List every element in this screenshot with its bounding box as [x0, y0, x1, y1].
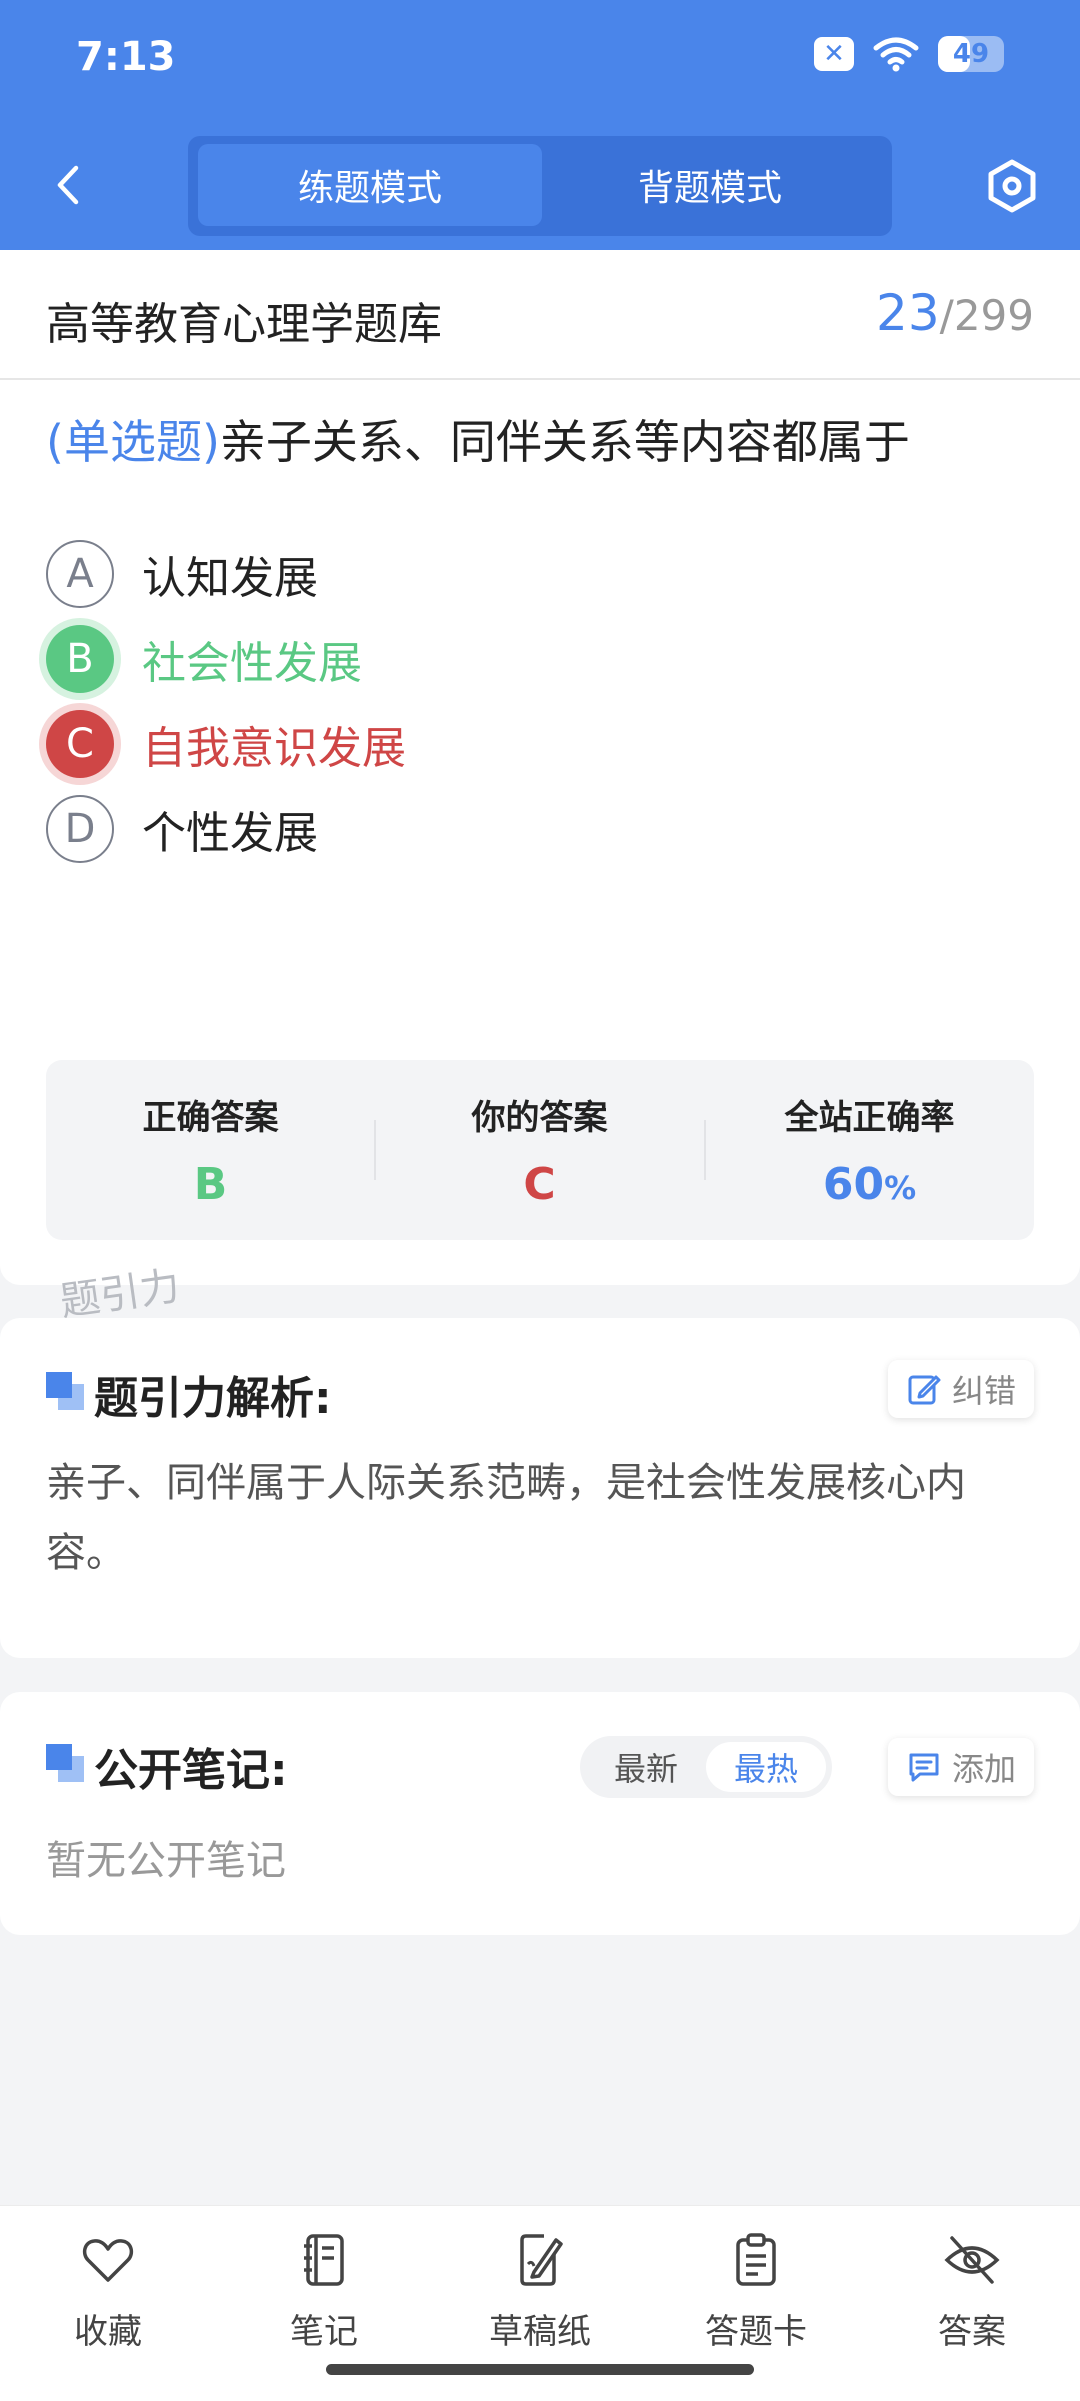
question-card: 高等教育心理学题库 23/299 (单选题)亲子关系、同伴关系等内容都属于 A …	[0, 250, 1080, 1285]
settings-icon[interactable]	[982, 156, 1042, 216]
your-answer-value: C	[523, 1159, 556, 1210]
edit-icon	[908, 1375, 941, 1405]
question-type: (单选题)	[46, 415, 220, 469]
question-stem: 亲子关系、同伴关系等内容都属于	[219, 415, 910, 469]
analysis-text: 亲子、同伴属于人际关系范畴，是社会性发展核心内容。	[46, 1460, 966, 1576]
report-error-button[interactable]: 纠错	[887, 1360, 1034, 1418]
option-letter: B	[46, 625, 114, 693]
wifi-icon	[873, 37, 919, 72]
correct-answer-col: 正确答案 B	[46, 1060, 375, 1240]
analysis-card: 题引力解析: 纠错 亲子、同伴属于人际关系范畴，是社会性发展核心内容。	[0, 1318, 1080, 1658]
option-letter: A	[46, 540, 114, 608]
your-answer-label: 你的答案	[471, 1098, 608, 1138]
option-d[interactable]: D 个性发展	[46, 795, 318, 863]
correct-answer-value: B	[193, 1159, 228, 1210]
sort-newest[interactable]: 最新	[586, 1742, 706, 1792]
progress-separator: /	[939, 291, 954, 340]
tab-answer[interactable]: 答案	[864, 2230, 1080, 2353]
option-letter: C	[46, 710, 114, 778]
section-square-icon	[46, 1744, 86, 1784]
tab-memorize-mode[interactable]: 背题模式	[538, 144, 882, 226]
add-note-label: 添加	[951, 1750, 1016, 1788]
accuracy-number: 60	[822, 1159, 885, 1210]
public-notes-card: 公开笔记: 最新 最热 添加 暂无公开笔记	[0, 1692, 1080, 1935]
accuracy-value: 60%	[705, 1159, 1034, 1210]
option-b[interactable]: B 社会性发展	[46, 625, 362, 693]
option-label: 自我意识发展	[142, 723, 406, 774]
question-text: (单选题)亲子关系、同伴关系等内容都属于	[46, 406, 910, 472]
correct-answer-label: 正确答案	[142, 1098, 279, 1138]
tab-answer-sheet[interactable]: 答题卡	[648, 2230, 864, 2353]
section-square-icon	[46, 1372, 86, 1412]
tab-label: 草稿纸	[489, 2312, 591, 2352]
heart-icon	[82, 2239, 134, 2282]
option-c[interactable]: C 自我意识发展	[46, 710, 406, 778]
option-a[interactable]: A 认知发展	[46, 540, 318, 608]
answer-summary: 正确答案 B 你的答案 C 全站正确率 60%	[46, 1060, 1034, 1240]
clipboard-icon	[736, 2233, 776, 2286]
option-label: 个性发展	[142, 808, 318, 859]
tab-label: 笔记	[290, 2312, 358, 2352]
add-note-button[interactable]: 添加	[887, 1738, 1034, 1796]
option-letter: D	[46, 795, 114, 863]
accuracy-col: 全站正确率 60%	[705, 1060, 1034, 1240]
tab-favorite[interactable]: 收藏	[0, 2230, 216, 2353]
accuracy-unit: %	[884, 1169, 917, 1207]
notes-title: 公开笔记:	[94, 1745, 288, 1796]
status-bar: 7:13 ✕ 49	[0, 0, 1080, 120]
question-progress: 23/299	[876, 284, 1034, 342]
empty-notes-text: 暂无公开笔记	[46, 1838, 286, 1884]
comment-icon	[909, 1753, 939, 1782]
eye-off-icon	[944, 2236, 1000, 2284]
header-divider	[0, 378, 1080, 380]
status-time: 7:13	[76, 34, 176, 80]
notes-sort-toggle: 最新 最热	[580, 1736, 832, 1798]
battery-level: 49	[952, 39, 990, 69]
question-bank-title: 高等教育心理学题库	[46, 299, 442, 350]
notebook-icon	[304, 2234, 344, 2286]
tab-draft[interactable]: 草稿纸	[432, 2230, 648, 2353]
notification-x-icon: ✕	[814, 37, 854, 71]
analysis-title: 题引力解析:	[94, 1373, 332, 1424]
option-label: 社会性发展	[142, 638, 362, 689]
back-icon[interactable]	[44, 160, 94, 210]
mode-switch: 练题模式 背题模式	[188, 136, 892, 236]
draft-icon	[520, 2234, 563, 2286]
progress-current: 23	[876, 284, 940, 342]
sort-hottest[interactable]: 最热	[706, 1742, 826, 1792]
home-indicator[interactable]	[326, 2364, 754, 2375]
progress-total: 299	[953, 291, 1034, 340]
report-error-label: 纠错	[951, 1372, 1016, 1410]
tab-label: 答案	[938, 2312, 1006, 2352]
tab-notes[interactable]: 笔记	[216, 2230, 432, 2353]
battery-icon: 49	[938, 36, 1004, 72]
accuracy-label: 全站正确率	[784, 1098, 955, 1138]
tab-practice-mode[interactable]: 练题模式	[198, 144, 542, 226]
status-icons: ✕ 49	[814, 36, 1004, 72]
tab-label: 答题卡	[705, 2312, 807, 2352]
nav-bar: 练题模式 背题模式	[0, 120, 1080, 250]
tab-label: 收藏	[74, 2312, 142, 2352]
your-answer-col: 你的答案 C	[375, 1060, 704, 1240]
option-label: 认知发展	[142, 553, 318, 604]
